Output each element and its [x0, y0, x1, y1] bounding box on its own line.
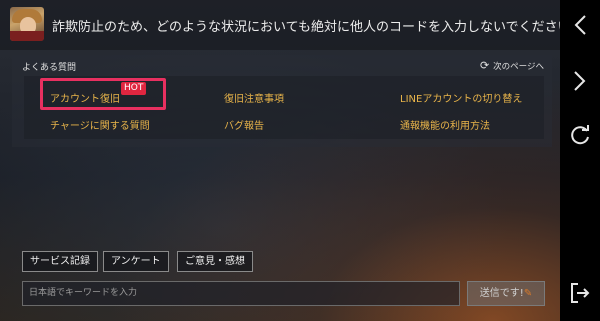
survey-button[interactable]: アンケート [103, 251, 169, 272]
faq-item-line-account-switch[interactable]: LINEアカウントの切り替え [400, 90, 522, 105]
next-page-button[interactable]: ⟳ 次のページへ [480, 59, 544, 72]
chevron-left-icon[interactable] [560, 14, 600, 41]
avatar [10, 7, 44, 41]
pencil-icon: ✎ [523, 288, 533, 299]
send-button-label: 送信です! [479, 288, 524, 299]
notice-text: 詐欺防止のため、どのような状況においても絶対に他人のコードを入力しないでください… [52, 20, 584, 35]
next-page-label: 次のページへ [493, 61, 544, 72]
refresh-icon: ⟳ [479, 59, 490, 72]
send-button[interactable]: 送信です!✎ [467, 281, 545, 306]
refresh-icon[interactable] [560, 124, 600, 151]
keyword-input[interactable]: 日本語でキーワードを入力 [22, 281, 460, 306]
hot-badge: HOT [121, 82, 147, 95]
side-nav-bar [560, 0, 600, 321]
chevron-right-icon[interactable] [560, 70, 600, 97]
feedback-button[interactable]: ご意見・感想 [177, 251, 253, 272]
faq-item-bug-report[interactable]: バグ報告 [224, 117, 264, 132]
faq-item-report-feature[interactable]: 通報機能の利用方法 [400, 117, 490, 132]
faq-item-recovery-notes[interactable]: 復旧注意事項 [224, 90, 284, 105]
faq-item-charge-questions[interactable]: チャージに関する質問 [50, 117, 150, 132]
faq-title: よくある質問 [22, 63, 77, 73]
service-record-button[interactable]: サービス記録 [22, 251, 98, 272]
highlight-box [40, 78, 166, 110]
notice-banner: 詐欺防止のため、どのような状況においても絶対に他人のコードを入力しないでください… [0, 0, 584, 50]
exit-icon[interactable] [560, 282, 600, 309]
